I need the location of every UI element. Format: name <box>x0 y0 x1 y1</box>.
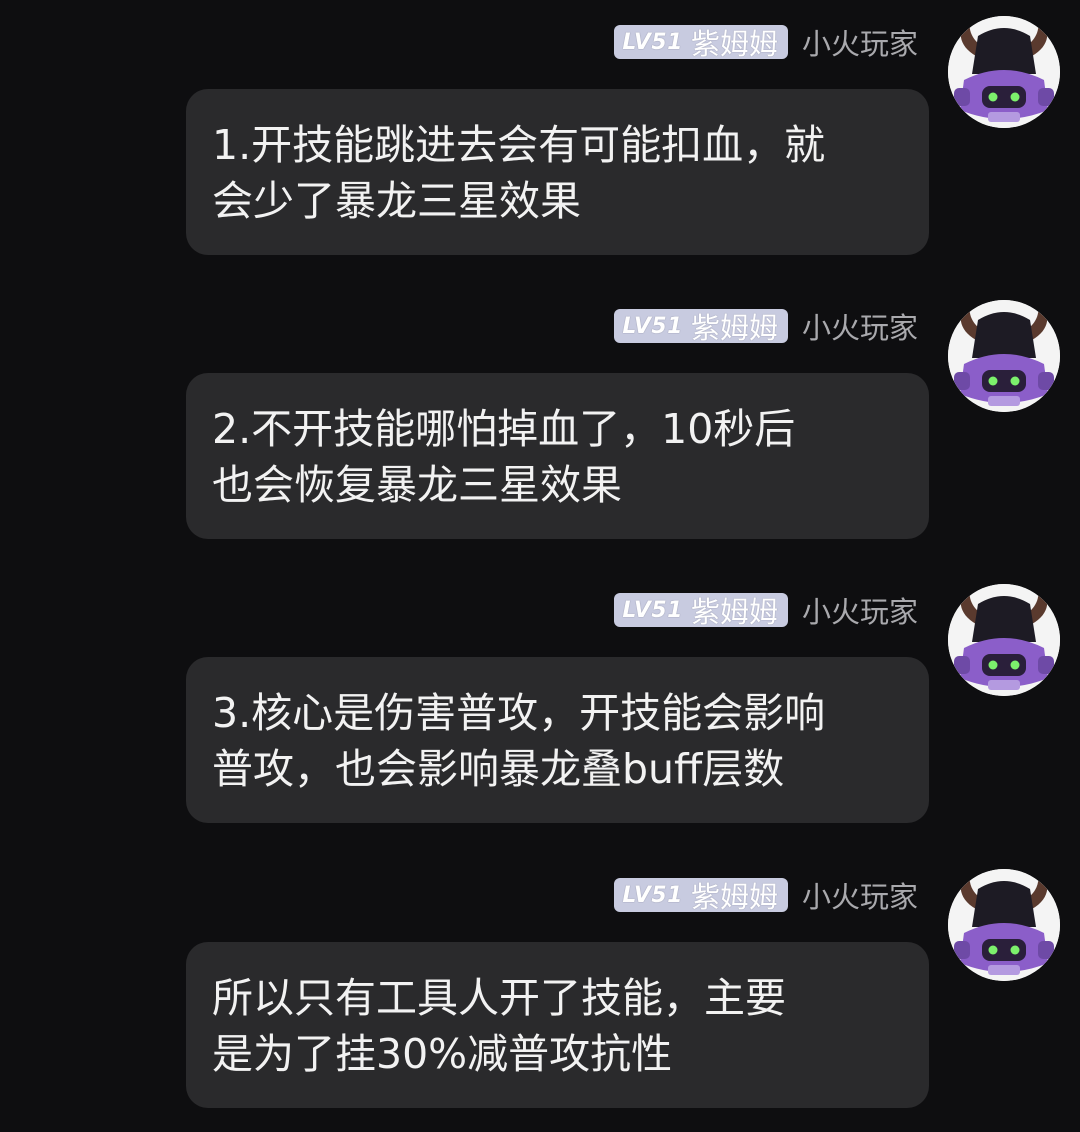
chat-thread: LV51 紫姆姆 小火玩家 1.开技能跳进去会有可能扣血，就 会少了暴龙三星效果… <box>0 0 1080 1132</box>
message-bubble[interactable]: 2.不开技能哪怕掉血了，10秒后 也会恢复暴龙三星效果 <box>186 373 929 539</box>
user-role-label: 小火玩家 <box>801 27 918 61</box>
message-bubble[interactable]: 1.开技能跳进去会有可能扣血，就 会少了暴龙三星效果 <box>186 89 929 255</box>
level-label: LV51 <box>622 882 683 908</box>
user-role-label: 小火玩家 <box>801 595 918 629</box>
user-badge[interactable]: LV51 紫姆姆 <box>614 25 788 61</box>
chat-message: LV51 紫姆姆 小火玩家 1.开技能跳进去会有可能扣血，就 会少了暴龙三星效果 <box>0 16 1080 276</box>
user-role-label: 小火玩家 <box>801 880 918 914</box>
message-text: 2.不开技能哪怕掉血了，10秒后 也会恢复暴龙三星效果 <box>212 405 796 509</box>
nickname: 紫姆姆 <box>690 27 778 61</box>
message-bubble[interactable]: 所以只有工具人开了技能，主要 是为了挂30%减普攻抗性 <box>186 942 929 1108</box>
chat-message: LV51 紫姆姆 小火玩家 所以只有工具人开了技能，主要 是为了挂30%减普攻抗… <box>0 869 1080 1129</box>
sender-info: LV51 紫姆姆 小火玩家 <box>614 308 918 345</box>
level-label: LV51 <box>622 597 683 623</box>
horned-robot-avatar-icon[interactable] <box>948 869 1060 981</box>
chat-message: LV51 紫姆姆 小火玩家 3.核心是伤害普攻，开技能会影响 普攻，也会影响暴龙… <box>0 584 1080 844</box>
level-label: LV51 <box>622 29 683 55</box>
nickname: 紫姆姆 <box>690 311 778 345</box>
level-label: LV51 <box>622 313 683 339</box>
horned-robot-avatar-icon[interactable] <box>948 584 1060 696</box>
user-badge[interactable]: LV51 紫姆姆 <box>614 593 788 629</box>
sender-info: LV51 紫姆姆 小火玩家 <box>614 592 918 629</box>
message-bubble[interactable]: 3.核心是伤害普攻，开技能会影响 普攻，也会影响暴龙叠buff层数 <box>186 657 929 823</box>
horned-robot-avatar-icon[interactable] <box>948 300 1060 412</box>
user-badge[interactable]: LV51 紫姆姆 <box>614 309 788 345</box>
chat-message: LV51 紫姆姆 小火玩家 2.不开技能哪怕掉血了，10秒后 也会恢复暴龙三星效… <box>0 300 1080 560</box>
message-text: 所以只有工具人开了技能，主要 是为了挂30%减普攻抗性 <box>212 974 786 1078</box>
user-badge[interactable]: LV51 紫姆姆 <box>614 878 788 914</box>
user-role-label: 小火玩家 <box>801 311 918 345</box>
nickname: 紫姆姆 <box>690 595 778 629</box>
message-text: 1.开技能跳进去会有可能扣血，就 会少了暴龙三星效果 <box>212 121 826 225</box>
horned-robot-avatar-icon[interactable] <box>948 16 1060 128</box>
message-text: 3.核心是伤害普攻，开技能会影响 普攻，也会影响暴龙叠buff层数 <box>212 689 826 793</box>
sender-info: LV51 紫姆姆 小火玩家 <box>614 877 918 914</box>
sender-info: LV51 紫姆姆 小火玩家 <box>614 24 918 61</box>
nickname: 紫姆姆 <box>690 880 778 914</box>
